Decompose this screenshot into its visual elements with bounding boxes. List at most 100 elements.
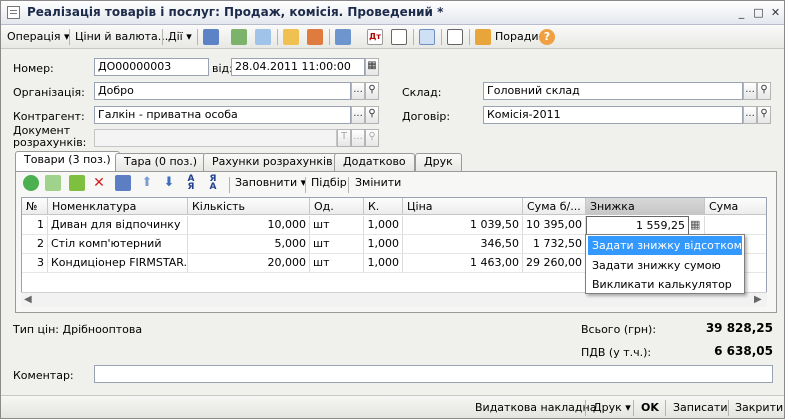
delete-row-icon[interactable]: ✕ [91, 175, 107, 191]
copy-row-icon[interactable] [45, 175, 61, 191]
fill-menu[interactable]: Заповнити ▾ [235, 174, 306, 192]
calendar-icon[interactable]: ▦ [365, 58, 379, 76]
print-menu[interactable]: Друк ▾ [593, 399, 631, 417]
contractor-field[interactable]: Галкін - приватна особа [94, 106, 351, 124]
cell-nomenclature[interactable]: Стіл комп'ютерний [48, 235, 188, 254]
bottom-bar: Видаткова накладна Друк ▾ OK Записати За… [1, 395, 784, 418]
cell-nomenclature[interactable]: Диван для відпочинку [48, 216, 188, 235]
warehouse-select-button[interactable]: ... [743, 82, 757, 100]
settlement-select-button[interactable]: ... [351, 129, 365, 147]
tab-containers[interactable]: Тара (0 поз.) [115, 153, 207, 171]
col-header-coef[interactable]: К. [364, 198, 403, 215]
col-header-number[interactable]: № [22, 198, 48, 215]
number-field[interactable]: ДО00000003 [94, 58, 209, 76]
comment-field[interactable] [94, 365, 773, 383]
cell-coef[interactable]: 1,000 [364, 216, 403, 235]
select-button[interactable]: Підбір [311, 174, 347, 192]
actions-menu[interactable]: Дії ▾ [168, 28, 192, 46]
cell-discount-editor[interactable]: 1 559,25 [586, 216, 689, 235]
number-label: Номер: [13, 62, 54, 75]
tab-additional[interactable]: Додатково [334, 153, 415, 171]
help-icon[interactable]: ? [539, 29, 555, 45]
calculator-icon[interactable]: ▦ [689, 216, 705, 235]
menu-item-discount-sum[interactable]: Задати знижку сумою [588, 256, 742, 275]
add-row-icon[interactable] [23, 175, 39, 191]
tab-goods[interactable]: Товари (3 поз.) [15, 151, 120, 172]
col-header-sum-no-discount[interactable]: Сума б/... [523, 198, 586, 215]
col-header-price[interactable]: Ціна [403, 198, 523, 215]
hints-icon[interactable] [475, 29, 491, 45]
date-field[interactable]: 28.04.2011 11:00:00 [231, 58, 365, 76]
structure-icon[interactable] [307, 29, 323, 45]
col-header-unit[interactable]: Од. [310, 198, 364, 215]
end-edit-icon[interactable] [115, 175, 131, 191]
contractor-label: Контрагент: [13, 110, 85, 123]
org-field[interactable]: Добро [94, 82, 351, 100]
post-and-close-icon[interactable] [203, 29, 219, 45]
prices-button[interactable]: Ціни й валюта... [75, 28, 168, 46]
move-down-icon[interactable]: ⬇ [161, 175, 177, 191]
cell-coef[interactable]: 1,000 [364, 235, 403, 254]
tab-settlement-accounts[interactable]: Рахунки розрахунків [203, 153, 342, 171]
sort-asc-icon[interactable]: АЯ [183, 175, 199, 192]
maximize-icon[interactable]: □ [751, 6, 766, 20]
warehouse-open-icon[interactable]: ⚲ [757, 82, 771, 100]
window-title: Реалізація товарів і послуг: Продаж, ком… [27, 5, 444, 19]
warehouse-field[interactable]: Головний склад [483, 82, 743, 100]
report-icon[interactable] [391, 29, 407, 45]
org-select-button[interactable]: ... [351, 82, 365, 100]
move-up-icon[interactable]: ⬆ [139, 175, 155, 191]
contract-select-button[interactable]: ... [743, 106, 757, 124]
menu-item-discount-percent[interactable]: Задати знижку відсотком [588, 236, 742, 255]
settlement-open-icon[interactable]: ⚲ [365, 129, 379, 147]
menu-item-calculator[interactable]: Викликати калькулятор [588, 275, 742, 294]
horizontal-scrollbar[interactable]: ◀ ▶ [21, 292, 767, 307]
settlement-type-button[interactable]: T [337, 129, 351, 147]
close-button[interactable]: Закрити [735, 399, 783, 417]
post-icon[interactable] [231, 29, 247, 45]
invoice-button[interactable]: Видаткова накладна [475, 399, 596, 417]
sort-desc-icon[interactable]: ЯА [205, 175, 221, 192]
close-icon[interactable]: ✕ [768, 6, 783, 20]
cell-quantity[interactable]: 20,000 [188, 254, 310, 273]
scroll-right-icon[interactable]: ▶ [754, 294, 762, 305]
operation-menu[interactable]: Операція ▾ [7, 28, 70, 46]
save-button[interactable]: Записати [673, 399, 727, 417]
cell-quantity[interactable]: 10,000 [188, 216, 310, 235]
contractor-open-icon[interactable]: ⚲ [365, 106, 379, 124]
hints-button[interactable]: Поради [495, 28, 538, 46]
cell-price[interactable]: 1 463,00 [403, 254, 523, 273]
cell-nomenclature[interactable]: Кондиціонер FIRMSTAR... [48, 254, 188, 273]
tab-print[interactable]: Друк [415, 153, 462, 171]
contract-field[interactable]: Комісія-2011 [483, 106, 743, 124]
scroll-left-icon[interactable]: ◀ [24, 294, 32, 305]
total-value: 39 828,25 [705, 321, 773, 335]
minimize-icon[interactable]: _ [734, 6, 749, 20]
cell-price[interactable]: 346,50 [403, 235, 523, 254]
list-icon[interactable] [447, 29, 463, 45]
cell-coef[interactable]: 1,000 [364, 254, 403, 273]
cell-price[interactable]: 1 039,50 [403, 216, 523, 235]
dt-kt-icon[interactable]: Дт [367, 29, 383, 45]
col-header-discount[interactable]: Знижка [586, 198, 705, 215]
change-button[interactable]: Змінити [355, 174, 401, 192]
col-header-quantity[interactable]: Кількість [188, 198, 310, 215]
cell-sum-no-discount: 29 260,00 [523, 254, 586, 273]
org-open-icon[interactable]: ⚲ [365, 82, 379, 100]
filter-icon[interactable] [419, 29, 435, 45]
cell-unit[interactable]: шт [310, 254, 364, 273]
col-header-nomenclature[interactable]: Номенклатура [48, 198, 188, 215]
contract-open-icon[interactable]: ⚲ [757, 106, 771, 124]
contractor-select-button[interactable]: ... [351, 106, 365, 124]
price-type-label[interactable]: Тип цін: Дрібнооптова [13, 323, 142, 336]
copy-icon[interactable] [255, 29, 271, 45]
cell-unit[interactable]: шт [310, 235, 364, 254]
go-icon[interactable] [335, 29, 351, 45]
settlement-field[interactable] [94, 129, 337, 147]
cell-quantity[interactable]: 5,000 [188, 235, 310, 254]
ok-button[interactable]: OK [641, 399, 659, 417]
based-on-icon[interactable] [283, 29, 299, 45]
edit-row-icon[interactable] [69, 175, 85, 191]
cell-unit[interactable]: шт [310, 216, 364, 235]
col-header-sum[interactable]: Сума [705, 198, 766, 215]
